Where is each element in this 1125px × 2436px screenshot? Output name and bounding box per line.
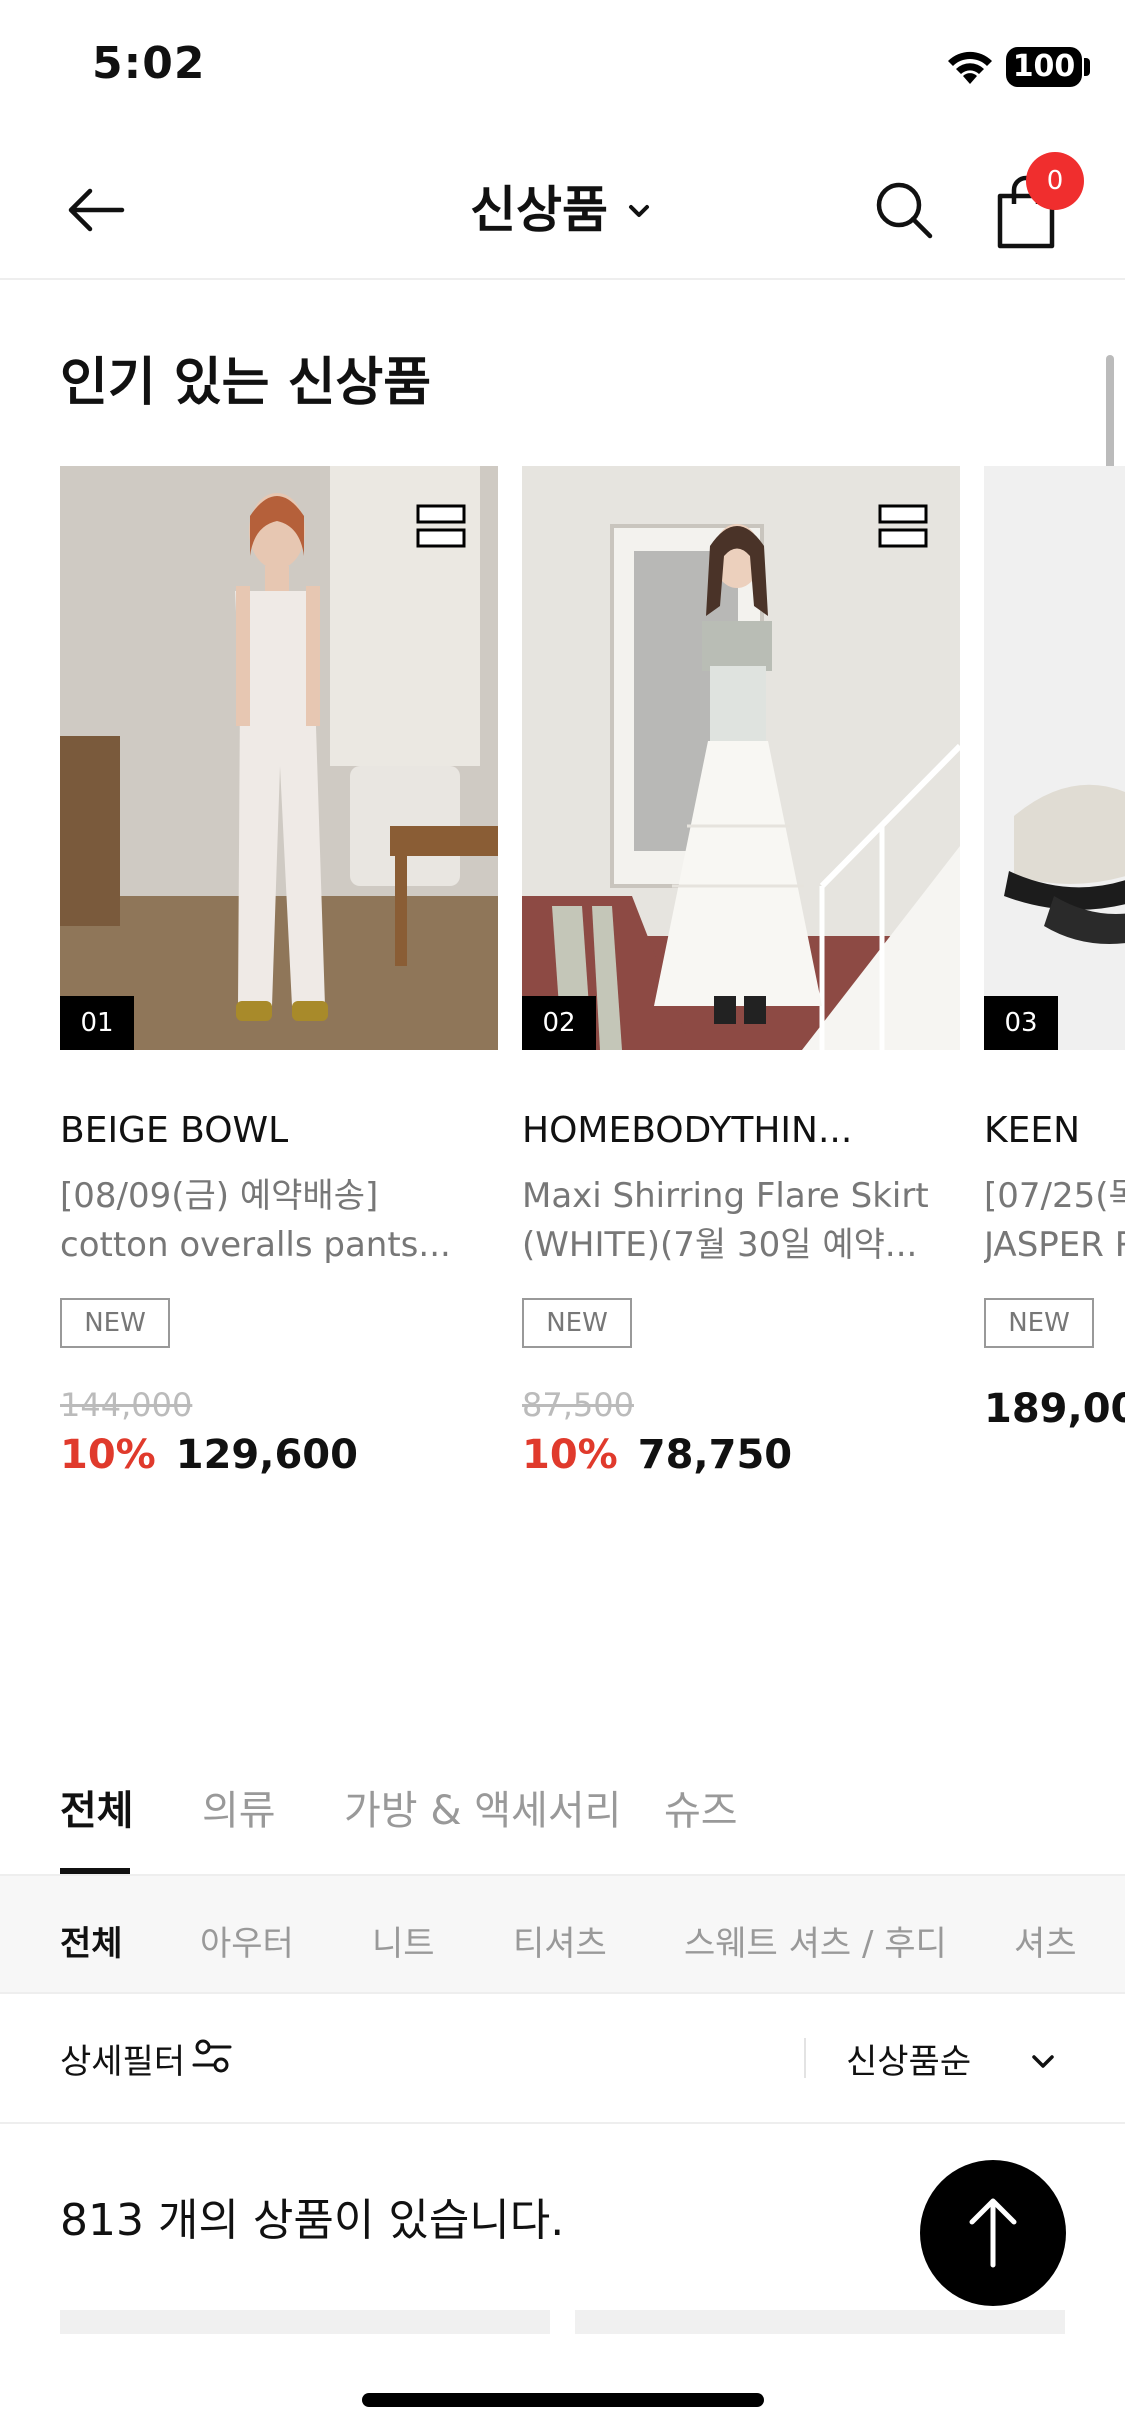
chevron-down-icon[interactable] [624, 196, 654, 226]
category-tabs: 전체 의류 가방 & 액세서리 슈즈 [0, 1760, 1125, 1874]
bookmark-icon[interactable] [416, 504, 466, 548]
status-bar: 5:02 100 [0, 0, 1125, 130]
sale-price: 129,600 [175, 1432, 358, 1478]
sale-price: 78,750 [637, 1432, 793, 1478]
rank-badge: 01 [60, 996, 134, 1050]
new-badge: NEW [522, 1298, 632, 1348]
bookmark-icon[interactable] [878, 504, 928, 548]
sale-price: 189,000 [984, 1386, 1125, 1432]
product-brand[interactable]: KEEN [984, 1110, 1080, 1151]
subtab-tshirts[interactable]: 티셔츠 [513, 1916, 607, 1965]
product-name-line: [07/25(목) [984, 1176, 1125, 1216]
product-name-line: [08/09(금) 예약배송] [60, 1176, 379, 1216]
product-brand[interactable]: HOMEBODYTHIN... [522, 1110, 852, 1151]
product-brand[interactable]: BEIGE BOWL [60, 1110, 288, 1151]
filter-bar: 상세필터 신상품순 [0, 1994, 1125, 2124]
product-card[interactable]: 02 HOMEBODYTHIN... Maxi Shirring Flare S… [522, 466, 960, 1478]
product-name-line: cotton overalls pants... [60, 1225, 451, 1265]
product-name-line: JASPER R [984, 1225, 1125, 1265]
subtab-shirts[interactable]: 셔츠 [1014, 1916, 1077, 1965]
new-badge: NEW [60, 1298, 170, 1348]
tab-all[interactable]: 전체 [60, 1778, 134, 1836]
subtab-all[interactable]: 전체 [60, 1916, 123, 1965]
home-indicator [362, 2393, 764, 2407]
top-navigation-bar: 신상품 0 [0, 130, 1125, 280]
chevron-down-icon[interactable] [1028, 2046, 1058, 2076]
rank-badge: 03 [984, 996, 1058, 1050]
rank-badge: 02 [522, 996, 596, 1050]
product-card[interactable]: 01 BEIGE BOWL [08/09(금) 예약배송] cotton ove… [60, 466, 498, 1478]
discount-rate: 10% [522, 1432, 618, 1478]
product-image[interactable]: 03 [984, 466, 1125, 1050]
original-price: 87,500 [522, 1386, 634, 1424]
subtab-knit[interactable]: 니트 [372, 1916, 435, 1965]
page-title[interactable]: 신상품 [470, 174, 608, 246]
product-photo-overalls [60, 466, 498, 1050]
product-photo-skirt [522, 466, 960, 1050]
battery-cap [1084, 58, 1090, 76]
original-price: 144,000 [60, 1386, 193, 1424]
subcategory-tabs: 전체 아우터 니트 티셔츠 스웨트 셔츠 / 후디 셔츠 [0, 1874, 1125, 1994]
product-grid-item[interactable] [575, 2310, 1065, 2334]
wifi-icon [948, 51, 992, 84]
sale-price-row: 10% 129,600 [60, 1432, 358, 1478]
product-name[interactable]: [07/25(목) JASPER R [984, 1172, 1125, 1270]
tab-bags-accessories[interactable]: 가방 & 액세서리 [344, 1778, 621, 1836]
tab-shoes[interactable]: 슈즈 [664, 1778, 738, 1836]
product-image[interactable]: 01 [60, 466, 498, 1050]
product-name[interactable]: [08/09(금) 예약배송] cotton overalls pants... [60, 1172, 490, 1270]
cart-count-badge: 0 [1026, 152, 1084, 210]
product-name-line: (WHITE)(7월 30일 예약... [522, 1225, 918, 1265]
scroll-to-top-button[interactable] [920, 2160, 1066, 2306]
tab-clothing[interactable]: 의류 [202, 1778, 276, 1836]
product-name-line: Maxi Shirring Flare Skirt [522, 1176, 929, 1216]
product-photo-shoes [984, 466, 1125, 1050]
filter-sliders-icon[interactable] [192, 2036, 232, 2076]
detail-filter-button[interactable]: 상세필터 [60, 2034, 185, 2083]
arrow-up-icon [969, 2198, 1017, 2268]
product-image[interactable]: 02 [522, 466, 960, 1050]
discount-rate: 10% [60, 1432, 156, 1478]
status-time: 5:02 [92, 38, 206, 89]
search-icon[interactable] [868, 174, 940, 246]
divider [804, 2038, 806, 2078]
new-badge: NEW [984, 1298, 1094, 1348]
subtab-outer[interactable]: 아우터 [200, 1916, 294, 1965]
popular-products-carousel[interactable]: 01 BEIGE BOWL [08/09(금) 예약배송] cotton ove… [0, 466, 1125, 1516]
subtab-sweatshirts-hoodies[interactable]: 스웨트 셔츠 / 후디 [684, 1916, 947, 1965]
product-name[interactable]: Maxi Shirring Flare Skirt (WHITE)(7월 30일… [522, 1172, 952, 1270]
result-count: 813 개의 상품이 있습니다. [60, 2195, 565, 2246]
sort-dropdown[interactable]: 신상품순 [846, 2034, 971, 2083]
section-title: 인기 있는 신상품 [60, 353, 432, 413]
product-grid-item[interactable] [60, 2310, 550, 2334]
battery-icon: 100 [1006, 47, 1082, 87]
sale-price-row: 10% 78,750 [522, 1432, 792, 1478]
product-card[interactable]: 03 KEEN [07/25(목) JASPER R NEW 189,000 [984, 466, 1125, 1432]
arrow-left-icon[interactable] [60, 174, 132, 246]
